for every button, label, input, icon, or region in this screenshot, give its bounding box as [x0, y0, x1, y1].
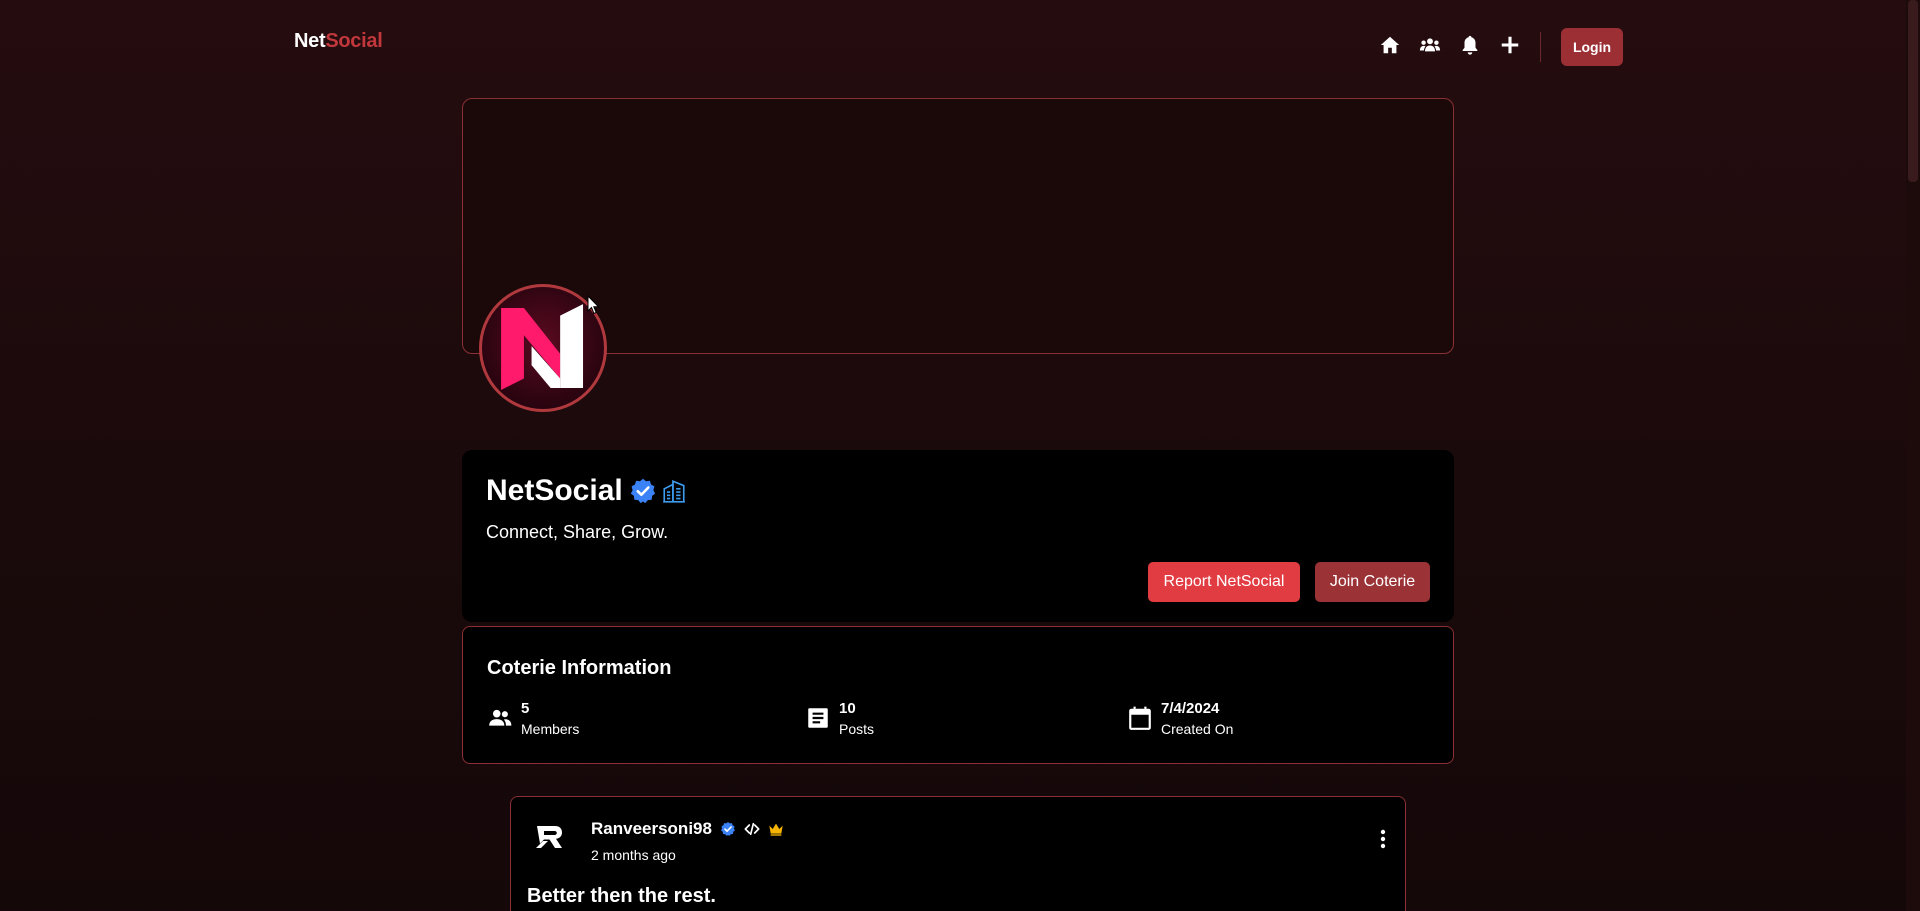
- post-card[interactable]: Ranveersoni98 2 months ago Better then t…: [510, 796, 1406, 911]
- brand-logo[interactable]: NetSocial: [294, 30, 383, 53]
- stat-created: 7/4/2024 Created On: [1127, 699, 1233, 739]
- post-username[interactable]: Ranveersoni98: [591, 819, 712, 839]
- brand-part-social: Social: [325, 30, 383, 52]
- created-label: Created On: [1161, 721, 1234, 737]
- scrollbar-thumb[interactable]: [1908, 0, 1918, 182]
- user-avatar-logo-icon[interactable]: [531, 819, 567, 855]
- netsocial-logo-icon: [501, 304, 584, 390]
- verified-badge-icon: [721, 822, 735, 836]
- coterie-tagline: Connect, Share, Grow.: [486, 522, 669, 542]
- home-icon[interactable]: [1378, 33, 1402, 57]
- verified-badge-icon: [630, 478, 655, 504]
- organization-building-icon: [662, 480, 685, 503]
- people-icon: [487, 705, 513, 731]
- created-date: 7/4/2024: [1161, 700, 1220, 717]
- mouse-cursor-icon: [587, 295, 600, 315]
- coterie-information-title: Coterie Information: [487, 657, 672, 679]
- members-label: Members: [521, 721, 580, 737]
- post-timestamp: 2 months ago: [591, 847, 676, 863]
- page-scrollbar[interactable]: [1906, 0, 1920, 911]
- code-developer-icon: [744, 822, 760, 836]
- posts-label: Posts: [839, 721, 875, 737]
- stat-members: 5 Members: [487, 699, 579, 739]
- report-coterie-button[interactable]: Report NetSocial: [1148, 562, 1300, 602]
- brand-part-net: Net: [294, 30, 326, 52]
- calendar-icon: [1127, 705, 1153, 731]
- post-title[interactable]: Better then the rest.: [527, 885, 716, 908]
- login-button[interactable]: Login: [1561, 28, 1623, 66]
- join-coterie-button[interactable]: Join Coterie: [1315, 562, 1430, 602]
- nav-divider: [1540, 32, 1541, 62]
- nav-icon-bar: [1378, 33, 1538, 57]
- coterie-name: NetSocial: [486, 474, 623, 507]
- bell-icon[interactable]: [1458, 33, 1482, 57]
- coterie-information-card: Coterie Information 5 Members 10 Posts 7…: [462, 626, 1454, 764]
- posts-count: 10: [839, 700, 856, 717]
- post-author-row: Ranveersoni98: [591, 819, 784, 839]
- more-options-icon[interactable]: [1373, 827, 1393, 851]
- coterie-banner: [462, 98, 1454, 354]
- group-icon[interactable]: [1418, 33, 1442, 57]
- crown-icon: [769, 823, 783, 836]
- article-icon: [805, 705, 831, 731]
- plus-icon[interactable]: [1498, 33, 1522, 57]
- stat-posts: 10 Posts: [805, 699, 874, 739]
- coterie-header-card: NetSocial Connect, Share, Grow. Report N…: [462, 450, 1454, 622]
- members-count: 5: [521, 700, 530, 717]
- coterie-title-row: NetSocial: [486, 474, 687, 508]
